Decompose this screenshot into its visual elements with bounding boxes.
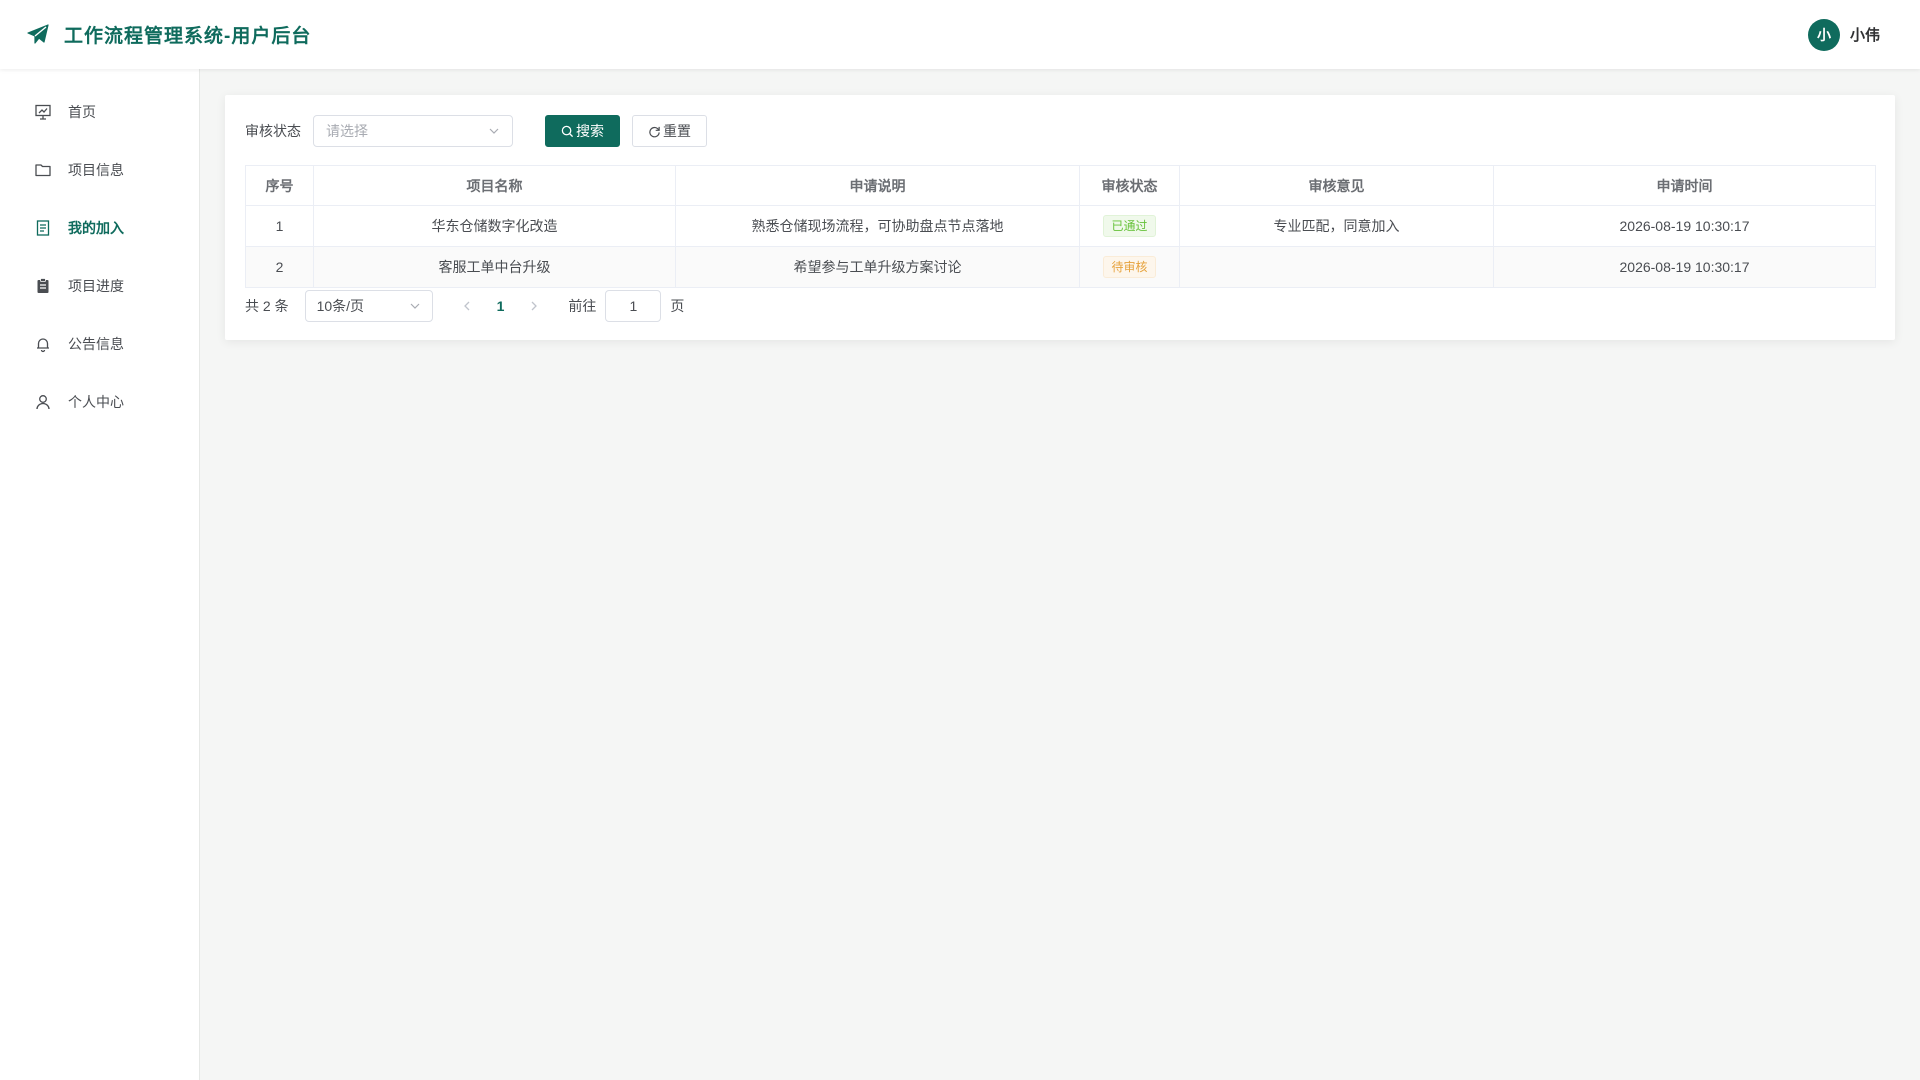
sidebar-item-label: 个人中心 (68, 394, 124, 410)
applications-table: 序号 项目名称 申请说明 审核状态 审核意见 申请时间 1 华东仓储数字化改造 … (245, 165, 1876, 288)
table-row[interactable]: 1 华东仓储数字化改造 熟悉仓储现场流程，可协助盘点节点落地 已通过 专业匹配，… (245, 205, 1876, 247)
cell-description: 熟悉仓储现场流程，可协助盘点节点落地 (675, 205, 1080, 247)
sidebar-item-label: 我的加入 (68, 220, 124, 236)
sidebar-item-my-join[interactable]: 我的加入 (0, 199, 199, 257)
filter-bar: 审核状态 请选择 搜索 重置 (245, 115, 1875, 147)
cell-project: 华东仓储数字化改造 (313, 205, 676, 247)
sidebar-item-label: 首页 (68, 104, 96, 120)
cell-project: 客服工单中台升级 (313, 246, 676, 288)
top-header: 工作流程管理系统-用户后台 小 小伟 (0, 0, 1920, 69)
status-badge: 已通过 (1103, 215, 1156, 237)
clipboard-icon (34, 277, 52, 295)
search-button-label: 搜索 (576, 123, 604, 139)
cell-opinion: 专业匹配，同意加入 (1179, 205, 1494, 247)
user-name[interactable]: 小伟 (1850, 24, 1880, 45)
chevron-right-icon (531, 301, 538, 311)
cell-index: 2 (245, 246, 314, 288)
page-size-value: 10条/页 (316, 298, 365, 314)
cell-status: 已通过 (1079, 205, 1180, 247)
avatar[interactable]: 小 (1807, 18, 1840, 51)
bell-icon (34, 335, 52, 353)
sidebar-item-profile[interactable]: 个人中心 (0, 373, 199, 431)
user-icon (34, 393, 52, 411)
sidebar-item-project-info[interactable]: 项目信息 (0, 141, 199, 199)
reset-button-label: 重置 (663, 123, 691, 139)
prev-page-button[interactable] (459, 298, 475, 314)
sidebar-item-label: 公告信息 (68, 336, 124, 352)
column-header-project: 项目名称 (313, 165, 676, 206)
status-filter-label: 审核状态 (245, 123, 301, 139)
next-page-button[interactable] (526, 298, 542, 314)
pagination: 共 2 条 10条/页 1 前往 页 (245, 290, 1875, 322)
column-header-opinion: 审核意见 (1179, 165, 1494, 206)
column-header-index: 序号 (245, 165, 314, 206)
sidebar-item-label: 项目信息 (68, 162, 124, 178)
sidebar-item-project-progress[interactable]: 项目进度 (0, 257, 199, 315)
cell-index: 1 (245, 205, 314, 247)
refresh-icon (649, 126, 660, 137)
search-icon (561, 125, 574, 137)
brand: 工作流程管理系统-用户后台 (26, 21, 311, 48)
main-card: 审核状态 请选择 搜索 重置 序号 项目名称 申请说明 审核状态 审核意见 申请 (225, 95, 1895, 340)
user-menu[interactable]: 小 小伟 (1807, 18, 1880, 51)
cell-opinion (1179, 246, 1494, 288)
chevron-left-icon (463, 301, 470, 311)
dashboard-icon (34, 103, 52, 121)
sidebar-item-notices[interactable]: 公告信息 (0, 315, 199, 373)
reset-button[interactable]: 重置 (632, 115, 707, 147)
pagination-total: 共 2 条 (245, 298, 289, 314)
document-icon (34, 219, 52, 237)
page-size-select[interactable]: 10条/页 (304, 290, 433, 322)
paper-plane-icon (26, 23, 50, 47)
table-header-row: 序号 项目名称 申请说明 审核状态 审核意见 申请时间 (245, 165, 1876, 206)
table-row[interactable]: 2 客服工单中台升级 希望参与工单升级方案讨论 待审核 2026-08-19 1… (245, 246, 1876, 288)
sidebar: 首页 项目信息 我的加入 项目进度 公告信息 个人中心 (0, 69, 200, 1080)
column-header-description: 申请说明 (675, 165, 1080, 206)
column-header-time: 申请时间 (1493, 165, 1876, 206)
goto-suffix: 页 (670, 298, 685, 314)
goto-prefix: 前往 (568, 298, 597, 314)
page-number-current[interactable]: 1 (497, 298, 505, 314)
status-badge: 待审核 (1103, 256, 1156, 278)
cell-time: 2026-08-19 10:30:17 (1493, 205, 1876, 247)
search-button[interactable]: 搜索 (545, 115, 620, 147)
status-select[interactable]: 请选择 (313, 115, 513, 147)
folder-icon (34, 161, 52, 179)
column-header-status: 审核状态 (1079, 165, 1180, 206)
chevron-down-icon (410, 303, 420, 309)
sidebar-item-label: 项目进度 (68, 278, 124, 294)
chevron-down-icon (489, 128, 499, 134)
cell-status: 待审核 (1079, 246, 1180, 288)
sidebar-item-home[interactable]: 首页 (0, 83, 199, 141)
status-select-placeholder: 请选择 (326, 123, 368, 139)
goto-page-input[interactable] (605, 290, 662, 322)
cell-time: 2026-08-19 10:30:17 (1493, 246, 1876, 288)
cell-description: 希望参与工单升级方案讨论 (675, 246, 1080, 288)
app-title: 工作流程管理系统-用户后台 (64, 26, 312, 47)
